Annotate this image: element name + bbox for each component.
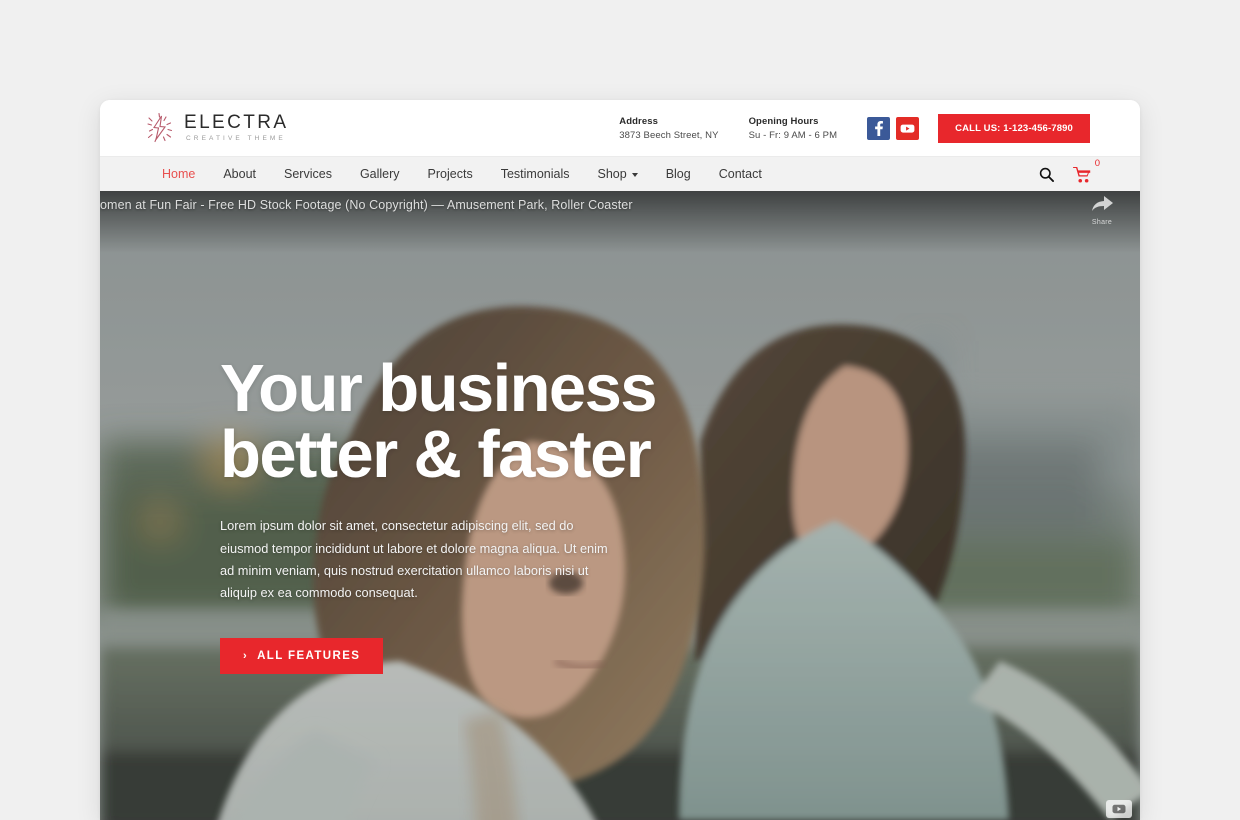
nav-item-shop[interactable]: Shop — [583, 167, 651, 181]
nav-tools: 0 — [1039, 157, 1100, 192]
hero-title: Your business better & faster — [220, 355, 780, 488]
address-block: Address 3873 Beech Street, NY — [619, 116, 718, 141]
nav-label: Testimonials — [500, 167, 570, 181]
nav-item-testimonials[interactable]: Testimonials — [487, 167, 584, 181]
nav-label: Blog — [665, 167, 691, 181]
chevron-down-icon — [631, 173, 638, 177]
nav-label: Services — [284, 167, 332, 181]
video-bottom-right-controls — [1106, 800, 1132, 818]
lightning-bolt-icon — [147, 112, 173, 143]
main-navigation: Home About Services Gallery Projects Tes… — [100, 156, 1140, 191]
all-features-button[interactable]: › ALL FEATURES — [220, 637, 384, 674]
address-label: Address — [619, 115, 658, 127]
nav-label: Gallery — [359, 167, 400, 181]
nav-item-home[interactable]: Home — [148, 167, 209, 181]
opening-hours-label: Opening Hours — [748, 115, 819, 127]
social-links — [867, 116, 920, 140]
nav-label: Contact — [718, 167, 762, 181]
video-share-button[interactable]: Share — [1080, 193, 1124, 226]
cart-count-badge: 0 — [1094, 157, 1100, 169]
hero-title-line-1: Your business — [220, 351, 658, 426]
brand-logo[interactable]: ELECTRA CREATIVE THEME — [145, 112, 288, 144]
youtube-watch-later-icon[interactable] — [1106, 800, 1132, 818]
hero-content: Your business better & faster Lorem ipsu… — [220, 355, 780, 674]
cart-glyph — [1073, 166, 1091, 183]
call-us-button[interactable]: CALL US: 1-123-456-7890 — [938, 113, 1090, 143]
nav-item-gallery[interactable]: Gallery — [346, 167, 414, 181]
nav-label: Home — [162, 167, 196, 181]
nav-item-about[interactable]: About — [209, 167, 270, 181]
share-arrow-icon — [1092, 196, 1113, 211]
nav-item-blog[interactable]: Blog — [652, 167, 705, 181]
video-title-overlay: omen at Fun Fair - Free HD Stock Footage… — [100, 198, 633, 212]
nav-item-services[interactable]: Services — [270, 167, 346, 181]
hero-video-section: omen at Fun Fair - Free HD Stock Footage… — [100, 191, 1140, 820]
video-share-label: Share — [1091, 219, 1113, 226]
youtube-icon[interactable] — [896, 116, 920, 140]
hero-paragraph: Lorem ipsum dolor sit amet, consectetur … — [220, 518, 608, 601]
opening-hours-block: Opening Hours Su - Fr: 9 AM - 6 PM — [749, 116, 838, 141]
website-window: ELECTRA CREATIVE THEME Address 3873 Beec… — [100, 100, 1140, 820]
nav-item-projects[interactable]: Projects — [414, 167, 487, 181]
nav-label: Projects — [427, 167, 473, 181]
hero-title-line-2: better & faster — [220, 416, 652, 492]
search-icon[interactable] — [1039, 167, 1054, 182]
chevron-right-icon: › — [243, 649, 249, 662]
opening-hours-value: Su - Fr: 9 AM - 6 PM — [748, 129, 838, 141]
all-features-label: ALL FEATURES — [257, 649, 361, 662]
nav-item-contact[interactable]: Contact — [705, 167, 776, 181]
address-value: 3873 Beech Street, NY — [619, 129, 719, 141]
facebook-glyph — [875, 120, 884, 136]
shopping-cart-icon[interactable]: 0 — [1073, 158, 1100, 183]
nav-label: Shop — [597, 167, 627, 181]
watch-later-glyph — [1112, 804, 1126, 814]
facebook-icon[interactable] — [867, 116, 891, 140]
site-header: ELECTRA CREATIVE THEME Address 3873 Beec… — [100, 100, 1140, 156]
brand-tagline: CREATIVE THEME — [186, 135, 286, 143]
nav-list: Home About Services Gallery Projects Tes… — [148, 167, 776, 181]
youtube-glyph — [900, 124, 915, 133]
nav-label: About — [223, 167, 257, 181]
header-right-group: Address 3873 Beech Street, NY Opening Ho… — [619, 100, 1140, 156]
brand-name: ELECTRA — [184, 112, 289, 134]
search-glyph — [1039, 167, 1054, 182]
